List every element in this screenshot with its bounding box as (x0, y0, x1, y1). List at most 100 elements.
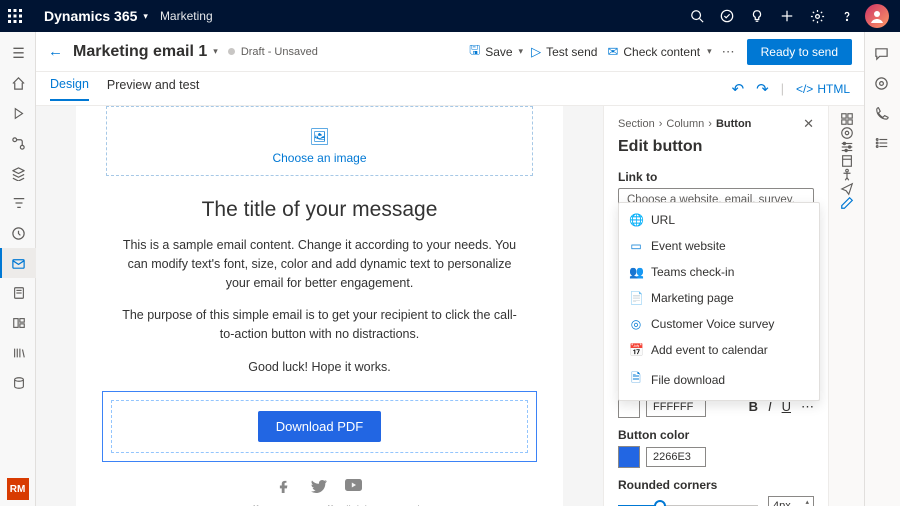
right-app-rail (864, 32, 900, 506)
settings-icon[interactable] (802, 0, 832, 32)
social-row (106, 478, 533, 494)
brand-label: Dynamics 365 (44, 8, 137, 24)
lightbulb-icon[interactable] (742, 0, 772, 32)
button-block-selected[interactable]: Download PDF (102, 391, 537, 462)
email-title[interactable]: The title of your message (106, 198, 533, 222)
save-button[interactable]: 🖫Save (469, 41, 512, 63)
data-icon[interactable] (0, 368, 36, 398)
chat-icon[interactable] (865, 38, 900, 68)
option-add-calendar[interactable]: 📅Add event to calendar (619, 337, 819, 363)
ready-to-send-button[interactable]: Ready to send (747, 39, 852, 65)
assistant-icon[interactable] (865, 68, 900, 98)
test-send-button[interactable]: ▷Test send (531, 44, 597, 60)
app-launcher-icon[interactable] (8, 9, 40, 23)
elements-icon[interactable] (840, 112, 854, 126)
redo-button[interactable]: ↷ (756, 80, 769, 98)
help-icon[interactable] (832, 0, 862, 32)
filter-icon[interactable] (0, 188, 36, 218)
choose-image-label: Choose an image (272, 151, 366, 165)
journey-icon[interactable] (0, 128, 36, 158)
edit-icon[interactable] (840, 196, 854, 210)
close-icon[interactable]: ✕ (803, 116, 814, 132)
tab-design[interactable]: Design (50, 77, 89, 101)
tasks-icon[interactable] (865, 128, 900, 158)
chevron-down-icon[interactable]: ▾ (213, 46, 218, 57)
home-icon[interactable] (0, 68, 36, 98)
hamburger-icon[interactable]: ☰ (0, 38, 36, 68)
template-icon[interactable] (0, 308, 36, 338)
calendar-icon: 📅 (629, 343, 643, 357)
global-navbar: Dynamics 365 ▾ Marketing (0, 0, 900, 32)
survey-icon: ◎ (629, 317, 643, 331)
stepper-icon[interactable]: ▴▾ (805, 499, 809, 506)
email-paragraph[interactable]: Good luck! Hope it works. (106, 358, 533, 377)
email-icon[interactable] (0, 248, 36, 278)
status-label: Draft - Unsaved (241, 46, 318, 58)
chevron-down-icon[interactable]: ▾ (143, 11, 148, 22)
save-dropdown[interactable]: ▾ (517, 46, 524, 57)
tab-preview[interactable]: Preview and test (107, 78, 199, 100)
button-color-row: 2266E3 (618, 446, 814, 468)
email-canvas[interactable]: 🖼 Choose an image The title of your mess… (36, 106, 603, 506)
a11y-icon[interactable] (840, 168, 854, 182)
breadcrumb-section[interactable]: Section (618, 118, 655, 130)
avatar[interactable] (862, 0, 892, 32)
settings-rail-icon[interactable] (840, 126, 854, 140)
page-title: Marketing email 1 (73, 43, 207, 61)
panel-title: Edit button (618, 138, 814, 156)
option-url[interactable]: 🌐URL (619, 207, 819, 233)
rounded-corners-slider[interactable] (618, 498, 758, 506)
option-marketing-page[interactable]: 📄Marketing page (619, 285, 819, 311)
sliders-icon[interactable] (840, 140, 854, 154)
rounded-corners-input[interactable]: 4px ▴▾ (768, 496, 814, 506)
italic-button[interactable]: I (768, 399, 772, 415)
option-customer-voice[interactable]: ◎Customer Voice survey (619, 311, 819, 337)
property-panel: Section› Column› Button ✕ Edit button Li… (603, 106, 828, 506)
clock-icon[interactable] (0, 218, 36, 248)
image-icon: 🖼 (309, 127, 329, 147)
bold-button[interactable]: B (749, 399, 758, 415)
task-icon[interactable] (712, 0, 742, 32)
link-to-options: 🌐URL ▭Event website 👥Teams check-in 📄Mar… (618, 202, 820, 401)
theme-icon[interactable] (840, 154, 854, 168)
globe-icon: 🌐 (629, 213, 643, 227)
back-button[interactable]: ← (48, 43, 63, 60)
form-icon[interactable] (0, 278, 36, 308)
library-icon[interactable] (0, 338, 36, 368)
play-icon[interactable] (0, 98, 36, 128)
more-commands-icon[interactable]: ⋯ (722, 44, 735, 60)
persona-badge[interactable]: RM (7, 478, 29, 500)
file-icon: 🗎 (629, 369, 643, 390)
left-nav-rail: ☰ RM (0, 32, 36, 506)
command-bar: ← Marketing email 1 ▾ Draft - Unsaved 🖫S… (36, 32, 864, 72)
layers-icon[interactable] (0, 158, 36, 188)
add-icon[interactable] (772, 0, 802, 32)
window-icon: ▭ (629, 239, 643, 253)
email-paragraph[interactable]: This is a sample email content. Change i… (106, 236, 533, 292)
teams-icon: 👥 (629, 265, 643, 279)
email-paragraph[interactable]: The purpose of this simple email is to g… (106, 306, 533, 344)
option-event-website[interactable]: ▭Event website (619, 233, 819, 259)
phone-icon[interactable] (865, 98, 900, 128)
module-label[interactable]: Marketing (160, 9, 213, 23)
image-placeholder[interactable]: 🖼 Choose an image (106, 106, 533, 176)
underline-button[interactable]: U (782, 399, 791, 415)
undo-button[interactable]: ↶ (732, 80, 745, 98)
status-dot (228, 48, 235, 55)
check-content-button[interactable]: ✉Check content▾ (607, 44, 711, 60)
facebook-icon[interactable] (278, 478, 293, 494)
cta-button[interactable]: Download PDF (258, 411, 381, 442)
design-tool-rail (828, 106, 864, 506)
html-toggle[interactable]: </>HTML (796, 82, 850, 96)
more-format-icon[interactable]: ⋯ (801, 399, 814, 415)
button-color-swatch[interactable] (618, 446, 640, 468)
breadcrumb-column[interactable]: Column (666, 118, 704, 130)
button-color-input[interactable]: 2266E3 (646, 447, 706, 467)
option-teams-checkin[interactable]: 👥Teams check-in (619, 259, 819, 285)
search-icon[interactable] (682, 0, 712, 32)
youtube-icon[interactable] (345, 478, 362, 494)
option-file-download[interactable]: 🗎File download (619, 363, 819, 396)
twitter-icon[interactable] (311, 478, 327, 494)
send-icon[interactable] (840, 182, 854, 196)
page-icon: 📄 (629, 291, 643, 305)
